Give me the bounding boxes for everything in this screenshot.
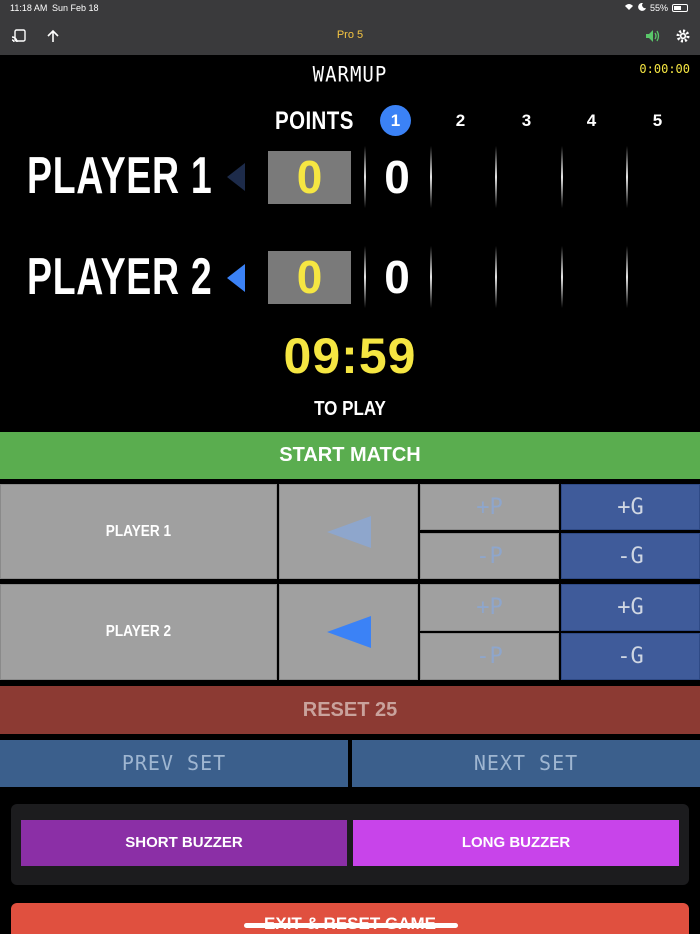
player-1-games-set-1: 0 bbox=[384, 151, 410, 203]
column-divider bbox=[430, 146, 432, 208]
wifi-icon bbox=[624, 3, 634, 13]
status-right: 55% bbox=[624, 2, 688, 13]
plus-game-label: +G bbox=[617, 494, 644, 520]
start-match-button[interactable]: START MATCH bbox=[0, 432, 700, 479]
next-set-button[interactable]: NEXT SET bbox=[352, 740, 700, 787]
column-divider bbox=[495, 246, 497, 308]
countdown-label: TO PLAY bbox=[314, 398, 386, 420]
set-number-3: 3 bbox=[521, 111, 532, 130]
player-2-serve-button[interactable] bbox=[279, 584, 418, 680]
status-time: 11:18 AM bbox=[10, 3, 48, 13]
set-number-1: 1 bbox=[380, 105, 411, 136]
player-2-minus-game-button[interactable]: -G bbox=[561, 633, 700, 680]
plus-game-label: +G bbox=[617, 595, 644, 620]
short-buzzer-button[interactable]: SHORT BUZZER bbox=[21, 820, 347, 866]
column-divider bbox=[561, 246, 563, 308]
moon-icon bbox=[638, 2, 646, 13]
mode-label: WARMUP bbox=[312, 62, 388, 88]
scoreboard: WARMUP 0:00:00 POINTS 1 2 3 4 5 PLAYER 1… bbox=[0, 55, 700, 432]
exit-reset-game-button[interactable]: EXIT & RESET GAME bbox=[11, 903, 689, 934]
minus-game-label: -G bbox=[617, 543, 644, 569]
player-1-points: 0 bbox=[268, 151, 351, 204]
points-header: POINTS bbox=[275, 107, 354, 135]
minus-game-label: -G bbox=[617, 644, 644, 669]
player-2-games-set-1: 0 bbox=[384, 251, 410, 303]
buzzer-panel: SHORT BUZZER LONG BUZZER bbox=[11, 804, 689, 885]
column-divider bbox=[561, 146, 563, 208]
countdown-clock: 09:59 bbox=[283, 328, 417, 384]
toolbar: Pro 5 bbox=[0, 18, 700, 55]
player-2-points: 0 bbox=[268, 251, 351, 304]
column-divider bbox=[430, 246, 432, 308]
player-1-minus-point-button[interactable]: -P bbox=[420, 533, 559, 579]
plus-point-label: +P bbox=[476, 595, 503, 620]
toolbar-title: Pro 5 bbox=[336, 29, 364, 41]
speaker-icon[interactable] bbox=[644, 27, 662, 45]
battery-percent: 55% bbox=[649, 3, 668, 13]
reset-25-button[interactable]: RESET 25 bbox=[0, 686, 700, 734]
player-1-name: PLAYER 1 bbox=[27, 147, 213, 205]
player-2-button-label: PLAYER 2 bbox=[105, 623, 172, 640]
minus-point-label: -P bbox=[476, 644, 503, 669]
home-indicator[interactable] bbox=[244, 923, 458, 928]
player-2-serve-indicator bbox=[227, 264, 245, 292]
player-2-button[interactable]: PLAYER 2 bbox=[0, 584, 277, 680]
player-1-button[interactable]: PLAYER 1 bbox=[0, 484, 277, 579]
serve-arrow-icon bbox=[326, 515, 371, 548]
player-1-minus-game-button[interactable]: -G bbox=[561, 533, 700, 579]
player-1-serve-button[interactable] bbox=[279, 484, 418, 579]
serve-arrow-icon bbox=[326, 616, 371, 648]
player-1-plus-point-button[interactable]: +P bbox=[420, 484, 559, 530]
player-2-plus-point-button[interactable]: +P bbox=[420, 584, 559, 631]
column-divider bbox=[364, 146, 366, 208]
column-divider bbox=[626, 146, 628, 208]
plus-point-label: +P bbox=[476, 494, 503, 520]
column-divider bbox=[364, 246, 366, 308]
player-1-serve-indicator bbox=[227, 163, 245, 191]
status-bar: 11:18 AM Sun Feb 18 55% bbox=[0, 0, 700, 18]
set-number-4: 4 bbox=[586, 111, 597, 130]
status-date: Sun Feb 18 bbox=[52, 3, 99, 13]
player-1-button-label: PLAYER 1 bbox=[105, 522, 172, 540]
player-2-name: PLAYER 2 bbox=[27, 248, 213, 306]
set-number-5: 5 bbox=[652, 111, 663, 130]
player-2-plus-game-button[interactable]: +G bbox=[561, 584, 700, 631]
minus-point-label: -P bbox=[476, 543, 503, 569]
player-1-plus-game-button[interactable]: +G bbox=[561, 484, 700, 530]
column-divider bbox=[495, 146, 497, 208]
prev-set-button[interactable]: PREV SET bbox=[0, 740, 348, 787]
set-number-2: 2 bbox=[455, 111, 466, 130]
elapsed-time: 0:00:00 bbox=[639, 62, 690, 76]
gear-icon[interactable] bbox=[674, 27, 692, 45]
long-buzzer-button[interactable]: LONG BUZZER bbox=[353, 820, 679, 866]
player-2-minus-point-button[interactable]: -P bbox=[420, 633, 559, 680]
battery-icon bbox=[672, 4, 688, 12]
column-divider bbox=[626, 246, 628, 308]
